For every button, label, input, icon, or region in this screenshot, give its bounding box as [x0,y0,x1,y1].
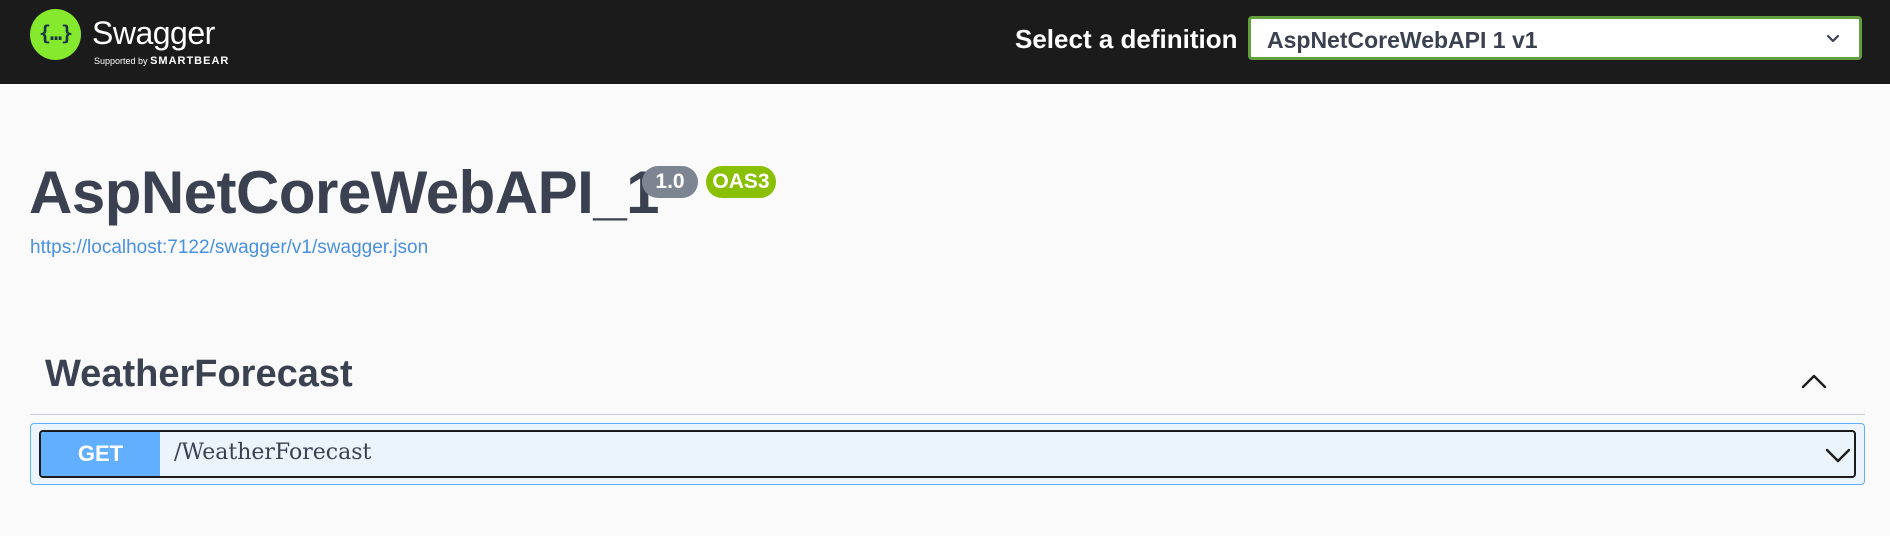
definition-select[interactable]: AspNetCoreWebAPI 1 v1 [1248,16,1862,60]
logo-glyph: {…} [38,21,73,45]
oas-badge: OAS3 [706,166,776,198]
smartbear-wordmark: SMARTBEAR [150,55,230,67]
definition-select-value: AspNetCoreWebAPI 1 v1 [1267,27,1538,53]
version-badge: 1.0 [642,166,698,198]
tag-section-weatherforecast[interactable]: WeatherForecast [30,348,1865,415]
swagger-braces-icon: {…} [30,9,81,60]
supported-by-text: Supported by [94,56,148,66]
chevron-down-icon [1826,34,1840,43]
topbar: {…} Swagger Supported by SMARTBEAR Selec… [0,0,1890,84]
select-definition-label: Select a definition [1015,24,1238,54]
operation-path: /WeatherForecast [174,440,372,465]
method-badge: GET [41,432,160,476]
operation-get-weatherforecast: GET /WeatherForecast [30,423,1865,485]
chevron-up-icon[interactable] [1799,366,1829,396]
spec-url-link[interactable]: https://localhost:7122/swagger/v1/swagge… [30,237,428,259]
chevron-down-icon[interactable] [1824,444,1852,466]
supported-by: Supported by SMARTBEAR [94,55,229,67]
tag-name: WeatherForecast [45,353,353,395]
page-title: AspNetCoreWebAPI_1 [29,159,660,226]
operation-summary[interactable]: GET /WeatherForecast [39,430,1856,478]
brand-name: Swagger [92,15,215,51]
